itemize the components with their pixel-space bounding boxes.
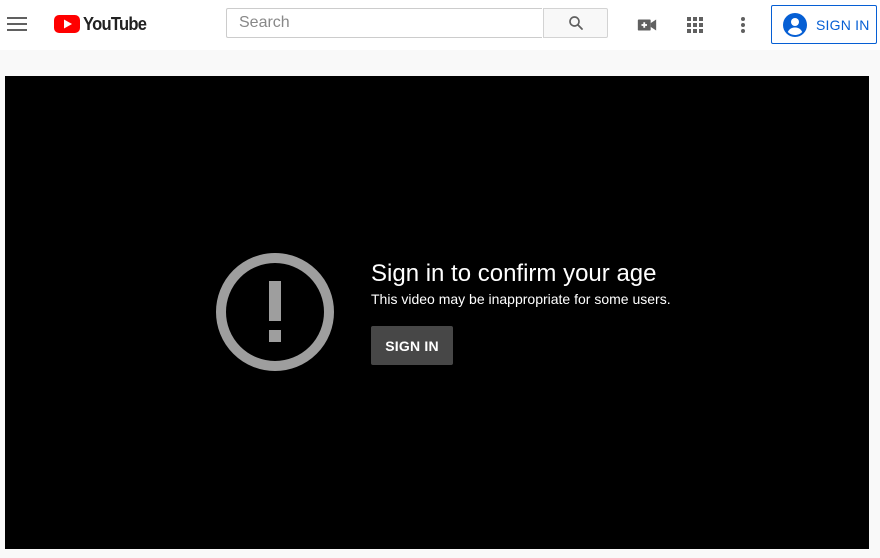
youtube-logo[interactable]: YouTube bbox=[54, 14, 152, 34]
search-box bbox=[226, 8, 542, 38]
sign-in-label: SIGN IN bbox=[816, 16, 870, 33]
more-vert-icon bbox=[741, 17, 745, 33]
menu-icon[interactable] bbox=[7, 14, 27, 34]
create-video-button[interactable] bbox=[635, 13, 659, 37]
settings-more-button[interactable] bbox=[731, 13, 755, 37]
age-gate-title: Sign in to confirm your age bbox=[371, 260, 657, 287]
youtube-logo-icon bbox=[54, 15, 80, 33]
apps-grid-icon bbox=[687, 17, 703, 33]
age-gate-sign-in-button[interactable]: SIGN IN bbox=[371, 326, 453, 365]
apps-button[interactable] bbox=[683, 13, 707, 37]
video-player[interactable]: Sign in to confirm your age This video m… bbox=[5, 76, 869, 549]
search-button[interactable] bbox=[543, 8, 608, 38]
masthead: YouTube Search SIGN IN bbox=[0, 0, 880, 50]
search-input[interactable] bbox=[227, 9, 542, 37]
account-circle-icon bbox=[783, 12, 807, 37]
search-icon bbox=[568, 16, 583, 30]
logo-text: YouTube bbox=[83, 14, 147, 34]
alert-circle-icon bbox=[216, 253, 334, 371]
create-video-icon bbox=[637, 19, 657, 31]
age-gate-subtitle: This video may be inappropriate for some… bbox=[371, 291, 671, 307]
sign-in-button[interactable]: SIGN IN bbox=[771, 5, 877, 44]
